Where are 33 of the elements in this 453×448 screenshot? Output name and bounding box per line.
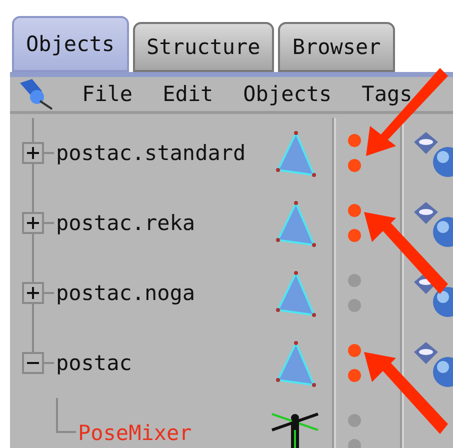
sphere-tag-icon[interactable] — [414, 342, 453, 390]
plus-icon — [26, 146, 40, 160]
menu-item[interactable]: File — [82, 82, 133, 106]
expand-toggle[interactable] — [22, 282, 44, 304]
tab[interactable]: Objects — [12, 16, 129, 72]
menu-item[interactable]: Edit — [162, 82, 214, 106]
sphere-tag-icon[interactable] — [414, 272, 453, 320]
tree-connector — [56, 398, 76, 433]
tab[interactable]: Structure — [132, 22, 274, 72]
editor-visibility-dot[interactable] — [348, 414, 361, 427]
render-visibility-dot[interactable] — [348, 229, 361, 242]
expand-toggle[interactable] — [22, 352, 44, 374]
editor-visibility-dot[interactable] — [348, 204, 361, 217]
render-visibility-dot[interactable] — [348, 299, 361, 312]
editor-visibility-dot[interactable] — [348, 134, 361, 147]
object-name[interactable]: postac.reka — [56, 211, 196, 235]
figure-icon — [270, 410, 320, 448]
sphere-tag-icon[interactable] — [414, 202, 453, 250]
plus-icon — [26, 286, 40, 300]
expand-toggle[interactable] — [22, 142, 44, 164]
editor-visibility-dot[interactable] — [348, 274, 361, 287]
plus-icon — [26, 216, 40, 230]
menu-item[interactable]: Tags — [362, 82, 412, 106]
sphere-tag-icon[interactable] — [414, 132, 453, 180]
render-visibility-dot[interactable] — [348, 369, 361, 382]
render-visibility-dot[interactable] — [348, 159, 361, 172]
object-name[interactable]: postac.noga — [56, 281, 196, 305]
editor-visibility-dot[interactable] — [348, 344, 361, 357]
object-name[interactable]: postac.standard — [56, 141, 246, 165]
menu-item[interactable]: Objects — [243, 82, 332, 106]
tab[interactable]: Browser — [278, 22, 395, 72]
expand-toggle[interactable] — [22, 212, 44, 234]
object-name[interactable]: postac — [56, 351, 132, 375]
